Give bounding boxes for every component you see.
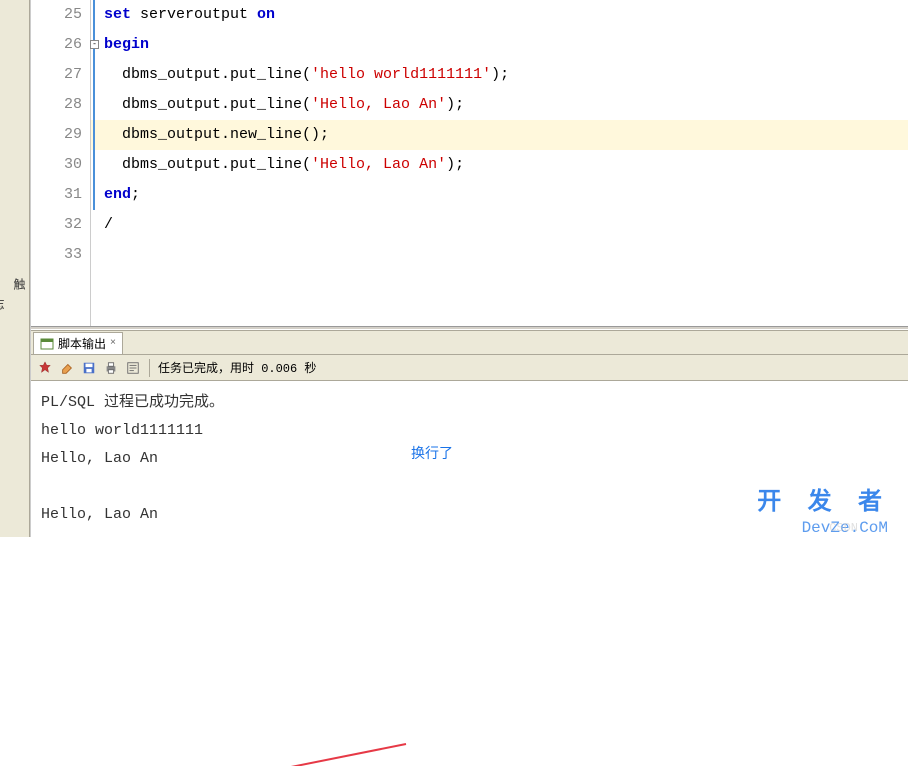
script-output-icon	[40, 337, 54, 351]
code-editor[interactable]: 252627282930313233 set serveroutput on b…	[31, 0, 908, 326]
output-line: PL/SQL 过程已成功完成。	[41, 389, 898, 417]
watermark: CSDN	[829, 521, 858, 535]
close-icon[interactable]: ×	[110, 338, 116, 349]
code-line[interactable]: dbms_output.put_line('Hello, Lao An');	[91, 150, 908, 180]
code-line[interactable]: begin	[91, 30, 908, 60]
text-icon[interactable]	[125, 360, 141, 376]
toolbar-status-text: 任务已完成，用时 0.006 秒	[158, 359, 316, 376]
sidebar-item[interactable]: 触	[8, 274, 29, 294]
code-line[interactable]: dbms_output.new_line();	[91, 120, 908, 150]
code-line[interactable]: /	[91, 210, 908, 240]
save-icon[interactable]	[81, 360, 97, 376]
arrow-annotation	[186, 686, 436, 766]
tab-label: 脚本输出	[58, 335, 106, 352]
watermark: 开 发 者	[757, 481, 888, 517]
code-line[interactable]: end;	[91, 180, 908, 210]
code-line[interactable]: set serveroutput on	[91, 0, 908, 30]
code-line[interactable]: dbms_output.put_line('Hello, Lao An');	[91, 90, 908, 120]
output-tab-bar: 脚本输出 ×	[31, 331, 908, 355]
left-sidebar: 触 志 接 Ex	[0, 0, 30, 537]
code-line[interactable]: dbms_output.put_line('hello world1111111…	[91, 60, 908, 90]
sidebar-item[interactable]: 志	[0, 294, 8, 314]
line-gutter: 252627282930313233	[31, 0, 91, 326]
code-line[interactable]	[91, 240, 908, 270]
code-area[interactable]: set serveroutput on begin- dbms_output.p…	[91, 0, 908, 326]
output-toolbar: 任务已完成，用时 0.006 秒	[31, 355, 908, 381]
tab-script-output[interactable]: 脚本输出 ×	[33, 332, 123, 354]
eraser-icon[interactable]	[59, 360, 75, 376]
output-line: hello world1111111	[41, 417, 898, 445]
annotation-text: 换行了	[411, 441, 453, 469]
print-icon[interactable]	[103, 360, 119, 376]
fold-toggle[interactable]: -	[90, 40, 99, 49]
pin-icon[interactable]	[37, 360, 53, 376]
output-line: Hello, Lao An	[41, 445, 898, 473]
